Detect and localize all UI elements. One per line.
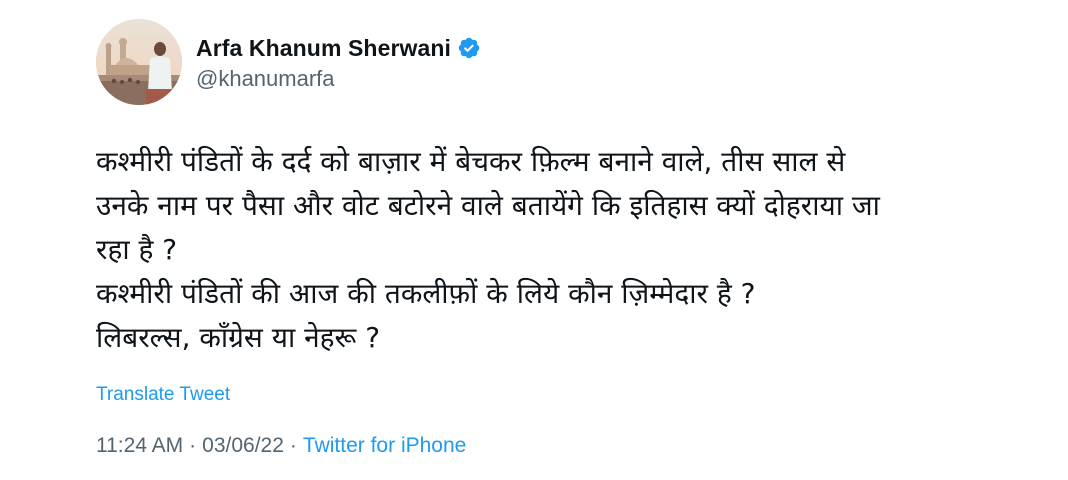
verified-badge-icon	[457, 36, 481, 60]
tweet-card: Arfa Khanum Sherwani @khanumarfa कश्मीरी…	[0, 0, 1068, 480]
tweet-text: कश्मीरी पंडितों के दर्द को बाज़ार में बे…	[96, 140, 996, 360]
avatar-photo	[96, 19, 182, 105]
tweet-time[interactable]: 11:24 AM	[96, 434, 183, 458]
author-handle[interactable]: @khanumarfa	[196, 66, 481, 92]
translate-tweet-link[interactable]: Translate Tweet	[96, 384, 230, 406]
tweet-text-line: कश्मीरी पंडितों के दर्द को बाज़ार में बे…	[96, 145, 846, 178]
meta-separator: ·	[189, 434, 197, 457]
tweet-header: Arfa Khanum Sherwani @khanumarfa	[96, 19, 481, 105]
tweet-text-line: रहा है ?	[96, 233, 178, 266]
avatar[interactable]	[96, 19, 182, 105]
author-names: Arfa Khanum Sherwani @khanumarfa	[196, 32, 481, 92]
tweet-date[interactable]: 03/06/22	[202, 434, 284, 458]
author-display-name[interactable]: Arfa Khanum Sherwani	[196, 35, 451, 62]
tweet-source-link[interactable]: Twitter for iPhone	[303, 434, 466, 458]
name-row: Arfa Khanum Sherwani	[196, 32, 481, 64]
meta-separator: ·	[289, 434, 297, 457]
tweet-text-line: कश्मीरी पंडितों की आज की तकलीफ़ों के लिय…	[96, 277, 756, 310]
tweet-meta: 11:24 AM · 03/06/22 · Twitter for iPhone	[96, 434, 466, 458]
tweet-text-line: लिबरल्स, कॉंग्रेस या नेहरू ?	[96, 321, 381, 354]
tweet-text-line: उनके नाम पर पैसा और वोट बटोरने वाले बताय…	[96, 189, 880, 222]
